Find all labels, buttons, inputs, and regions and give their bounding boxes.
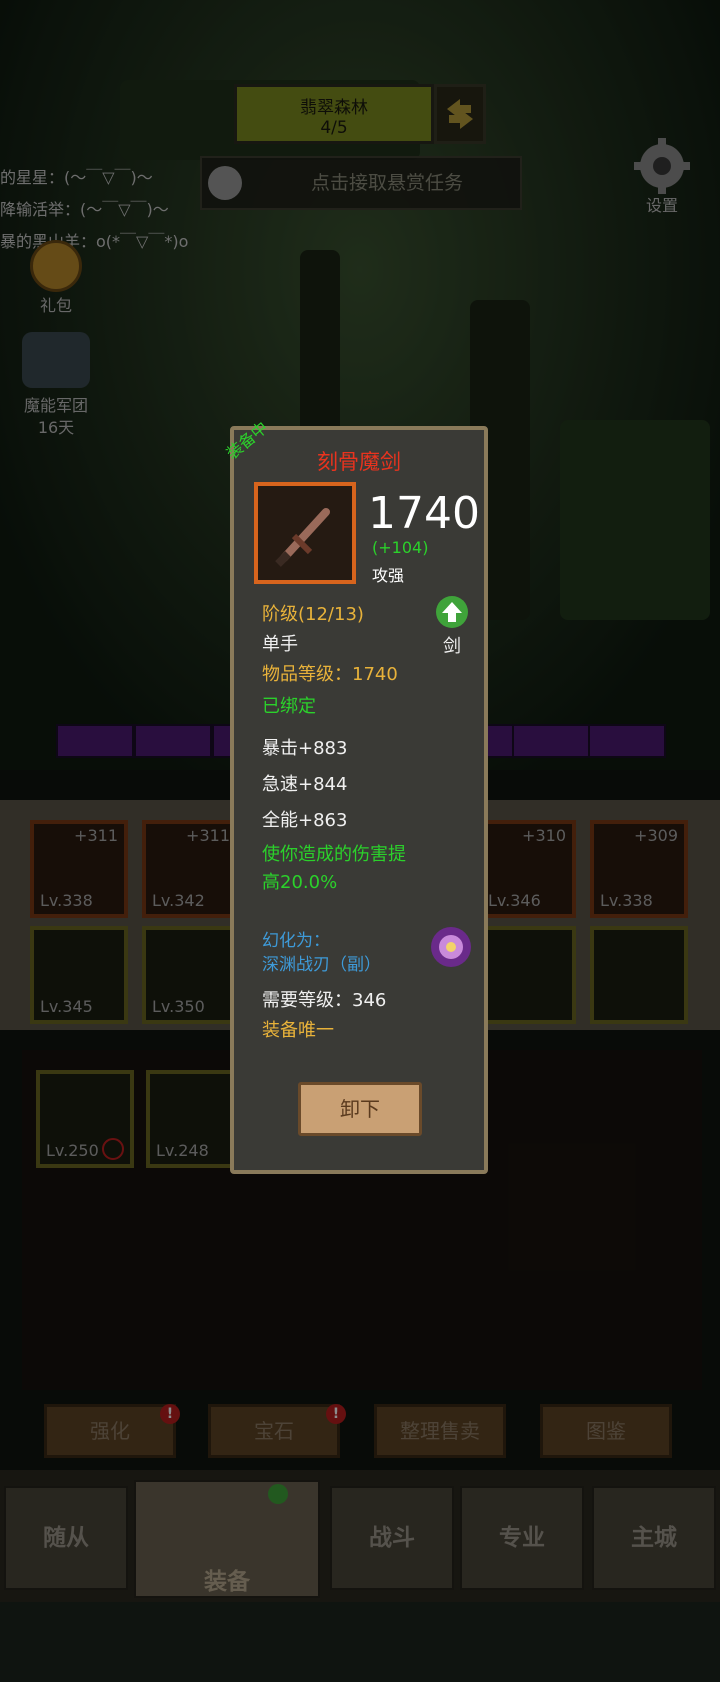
item-level-line: 物品等级：1740 — [262, 664, 398, 685]
item-power-note: 攻强 — [372, 566, 405, 585]
stat-line: 全能+863 — [262, 810, 348, 831]
unequip-button[interactable]: 卸下 — [298, 1082, 422, 1136]
stat-line: 急速+844 — [262, 774, 348, 795]
transmog-label: 幻化为： — [262, 931, 330, 951]
transmog-icon[interactable] — [426, 922, 476, 972]
item-icon-frame — [254, 482, 356, 584]
item-type: 剑 — [443, 636, 461, 657]
item-power: 1740 — [368, 488, 480, 539]
item-name: 刻骨魔剑 — [317, 450, 401, 474]
sword-icon — [275, 508, 330, 567]
transmog-name: 深渊战刃（副） — [262, 955, 381, 975]
effect-line: 高20.0% — [262, 872, 338, 893]
item-tier: 阶级(12/13) — [262, 604, 364, 625]
effect-line: 使你造成的伤害提 — [262, 844, 406, 865]
item-power-diff: (+104) — [372, 538, 429, 557]
item-hand: 单手 — [262, 634, 298, 655]
required-level: 需要等级：346 — [262, 990, 387, 1011]
unique-equip: 装备唯一 — [262, 1020, 334, 1041]
item-bound: 已绑定 — [262, 696, 316, 717]
stat-line: 暴击+883 — [262, 738, 348, 759]
upgrade-arrow-icon[interactable] — [436, 596, 468, 628]
